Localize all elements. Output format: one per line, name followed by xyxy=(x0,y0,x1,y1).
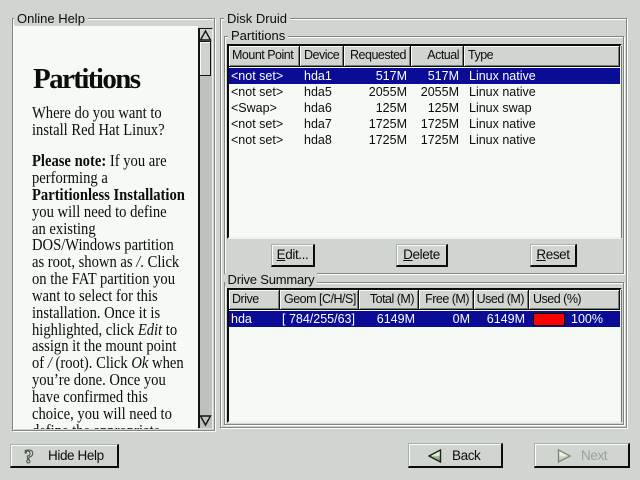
svg-text:?: ? xyxy=(24,447,34,467)
